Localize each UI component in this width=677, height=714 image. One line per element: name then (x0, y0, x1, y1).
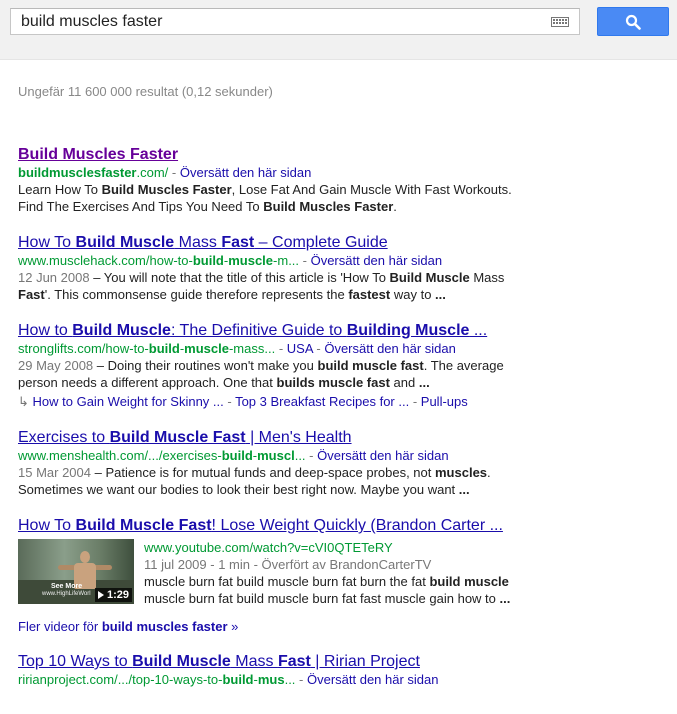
play-icon (97, 591, 104, 600)
result-snippet: Learn How To Build Muscles Faster, Lose … (18, 182, 512, 214)
video-info: www.youtube.com/watch?v=cVI0QTETeRY 11 ju… (144, 539, 524, 607)
translate-link[interactable]: Översätt den här sidan (307, 672, 439, 687)
search-result: Top 10 Ways to Build Muscle Mass Fast | … (18, 652, 668, 688)
result-title-link[interactable]: How To Build Muscle Mass Fast – Complete… (18, 233, 388, 252)
more-videos-link[interactable]: Fler videor för build muscles faster » (18, 619, 668, 634)
sitelink[interactable]: How to Gain Weight for Skinny ... (33, 394, 224, 409)
video-snippet: muscle burn fat build muscle burn fat bu… (144, 574, 511, 606)
result-title-link[interactable]: Exercises to Build Muscle Fast | Men's H… (18, 428, 352, 447)
result-url: www.menshealth.com/.../exercises-build-m… (18, 448, 306, 463)
result-date: 15 Mar 2004 (18, 465, 91, 480)
video-meta: 11 jul 2009 - 1 min - Överfört av Brando… (144, 557, 432, 572)
result-url: stronglifts.com/how-to-build-muscle-mass… (18, 341, 276, 356)
thumb-see-more: See More (51, 583, 83, 590)
results-list: Build Muscles Faster buildmusclesfaster.c… (18, 145, 668, 706)
search-result: Build Muscles Faster buildmusclesfaster.c… (18, 145, 668, 215)
search-result: How to Build Muscle: The Definitive Guid… (18, 321, 668, 410)
result-url: buildmusclesfaster.com/ (18, 165, 169, 180)
separator: - (295, 672, 307, 687)
search-header (0, 0, 677, 60)
search-icon (625, 14, 641, 30)
video-duration: 1:29 (94, 588, 132, 602)
region-link[interactable]: USA (287, 341, 313, 356)
result-cite-row: www.menshealth.com/.../exercises-build-m… (18, 447, 668, 464)
video-title-link[interactable]: How To Build Muscle Fast! Lose Weight Qu… (18, 516, 503, 535)
video-url: www.youtube.com/watch?v=cVI0QTETeRY (144, 540, 393, 555)
search-input[interactable] (21, 9, 541, 34)
search-result: Exercises to Build Muscle Fast | Men's H… (18, 428, 668, 498)
result-date: 29 May 2008 (18, 358, 94, 373)
result-url: www.musclehack.com/how-to-build-muscle-m… (18, 253, 300, 268)
separator: - (409, 394, 421, 409)
result-title-link[interactable]: Top 10 Ways to Build Muscle Mass Fast | … (18, 652, 420, 671)
result-cite-row: buildmusclesfaster.com/ - Översätt den h… (18, 164, 668, 181)
result-date: 12 Jun 2008 (18, 270, 90, 285)
video-result: How To Build Muscle Fast! Lose Weight Qu… (18, 516, 668, 607)
separator: - (305, 448, 318, 463)
result-snippet: 12 Jun 2008 – You will note that the tit… (18, 270, 505, 302)
keyboard-icon[interactable] (551, 17, 569, 27)
search-box[interactable] (10, 8, 580, 35)
sitelink-arrow-icon: ↳ (18, 394, 33, 409)
separator: - (168, 165, 180, 180)
result-cite-row: stronglifts.com/how-to-build-muscle-mass… (18, 340, 668, 357)
result-cite-row: www.musclehack.com/how-to-build-muscle-m… (18, 252, 668, 269)
sitelink[interactable]: Pull-ups (421, 394, 468, 409)
separator: - (312, 341, 325, 356)
search-button[interactable] (597, 7, 669, 36)
result-cite-row: ririanproject.com/.../top-10-ways-to-bui… (18, 671, 668, 688)
translate-link[interactable]: Översätt den här sidan (311, 253, 443, 268)
separator: - (299, 253, 311, 268)
result-stats: Ungefär 11 600 000 resultat (0,12 sekund… (18, 84, 273, 99)
separator: - (223, 394, 236, 409)
translate-link[interactable]: Översätt den här sidan (324, 341, 456, 356)
result-snippet: 29 May 2008 – Doing their routines won't… (18, 358, 504, 390)
sitelinks: ↳ How to Gain Weight for Skinny ... - To… (18, 393, 668, 410)
sitelink[interactable]: Top 3 Breakfast Recipes for ... (235, 394, 409, 409)
search-result: How To Build Muscle Mass Fast – Complete… (18, 233, 668, 303)
thumb-url: www.HighLifeWorl (42, 591, 91, 597)
result-url: ririanproject.com/.../top-10-ways-to-bui… (18, 672, 296, 687)
result-title-link[interactable]: Build Muscles Faster (18, 145, 178, 164)
video-thumbnail[interactable]: See More www.HighLifeWorl 1:29 (18, 539, 134, 604)
result-snippet: 15 Mar 2004 – Patience is for mutual fun… (18, 465, 491, 497)
translate-link[interactable]: Översätt den här sidan (317, 448, 449, 463)
separator: - (275, 341, 287, 356)
result-title-link[interactable]: How to Build Muscle: The Definitive Guid… (18, 321, 487, 340)
translate-link[interactable]: Översätt den här sidan (180, 165, 312, 180)
video-row: See More www.HighLifeWorl 1:29 www.youtube.… (18, 539, 668, 607)
